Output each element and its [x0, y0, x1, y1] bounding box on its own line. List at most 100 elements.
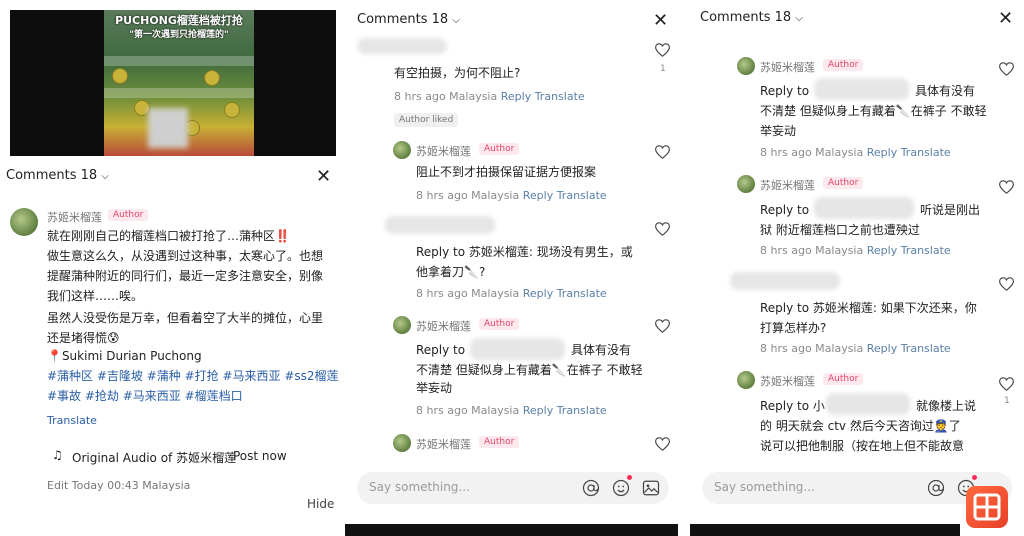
comment-text: 他拿着刀🔪?	[416, 265, 486, 279]
comment-meta: 8 hrs ago Malaysia Reply Translate	[760, 342, 951, 355]
comments-count: Comments 18	[357, 12, 449, 27]
heart-icon[interactable]	[655, 318, 670, 333]
comment-text: 就像楼上说	[916, 399, 977, 413]
at-mention-icon[interactable]	[927, 479, 945, 497]
emoji-icon[interactable]	[612, 479, 630, 497]
post-panel: PUCHONG榴莲档被打抢 "第一次遇到只抢榴莲的" Comments 18 ⌵…	[0, 0, 340, 536]
author-name[interactable]: 苏姬米榴莲	[760, 59, 815, 75]
chevron-down-icon: ⌵	[101, 171, 109, 182]
blurred-username	[814, 78, 909, 100]
close-icon[interactable]: ✕	[653, 12, 668, 30]
reply-link[interactable]: Reply	[523, 404, 553, 417]
at-mention-icon[interactable]	[582, 479, 600, 497]
heart-icon[interactable]	[999, 179, 1014, 194]
reply-to-label: Reply to	[416, 343, 466, 357]
comments-header[interactable]: Comments 18 ⌵	[6, 168, 109, 183]
heart-icon[interactable]	[999, 61, 1014, 76]
reply-link[interactable]: Reply	[501, 90, 531, 103]
timestamp: 8 hrs ago Malaysia	[760, 146, 864, 159]
reply-link[interactable]: Reply	[867, 342, 897, 355]
comments-header[interactable]: Comments 18 ⌵	[700, 10, 803, 25]
post-line: 提醒蒲种附近的同行们，最近一定多注意安全，别像	[47, 269, 324, 283]
author-name[interactable]: 苏姬米榴莲	[760, 373, 815, 389]
avatar[interactable]	[10, 208, 38, 236]
post-line: 做生意这么久，从没遇到过这种事，太寒心了。也想	[47, 249, 324, 263]
avatar[interactable]	[737, 175, 755, 193]
comment-input[interactable]: Say something...	[357, 472, 669, 504]
heart-icon[interactable]	[999, 276, 1014, 291]
avatar[interactable]	[393, 141, 411, 159]
reply-link[interactable]: Reply	[523, 287, 553, 300]
author-badge: Author	[479, 436, 520, 448]
post-line: 我们这样……唉。	[47, 289, 144, 303]
avatar[interactable]	[737, 371, 755, 389]
translate-link[interactable]: Translate	[901, 146, 951, 159]
translate-link[interactable]: Translate	[47, 411, 97, 430]
heart-icon[interactable]	[999, 376, 1014, 391]
heart-icon[interactable]	[655, 42, 670, 57]
app-logo-icon	[966, 486, 1008, 528]
audio-link[interactable]: Original Audio of 苏姬米榴莲	[72, 449, 236, 466]
blurred-person	[148, 108, 188, 148]
author-name[interactable]: 苏姬米榴莲	[760, 177, 815, 193]
timestamp: 8 hrs ago Malaysia	[760, 342, 864, 355]
video-player[interactable]: PUCHONG榴莲档被打抢 "第一次遇到只抢榴莲的"	[10, 10, 336, 156]
notification-dot	[972, 475, 977, 480]
comment-text: 具体有没有	[915, 84, 976, 98]
durian-image	[112, 68, 128, 84]
input-placeholder: Say something...	[714, 480, 815, 494]
post-line: 虽然人没受伤是万幸，但看着空了大半的摊位，心里	[47, 311, 324, 325]
author-name[interactable]: 苏姬米榴莲	[416, 143, 471, 159]
author-name[interactable]: 苏姬米榴莲	[416, 436, 471, 452]
author-badge: Author	[479, 318, 520, 330]
blurred-username	[814, 197, 914, 219]
shelf	[104, 56, 254, 66]
bottom-bar	[690, 524, 960, 536]
avatar[interactable]	[737, 57, 755, 75]
comment-text: 阻止不到才拍摄保留证据方便报案	[416, 165, 597, 179]
reply-link[interactable]: Reply	[867, 244, 897, 257]
translate-link[interactable]: Translate	[557, 404, 607, 417]
comment-text: 狱 附近榴莲档口之前也遭殃过	[760, 223, 920, 237]
author-name[interactable]: 苏姬米榴莲	[416, 318, 471, 334]
hashtags[interactable]: #蒲种区 #吉隆坡 #蒲种 #打抢 #马来西亚 #ss2榴莲	[47, 367, 339, 386]
hide-button[interactable]: Hide	[307, 497, 334, 511]
comment-text: Reply to 苏姬米榴莲: 现场没有男生，或	[416, 245, 633, 259]
like-count: 1	[1004, 396, 1010, 406]
reply-to-label: Reply to 小	[760, 399, 825, 413]
comments-panel: Comments 18 ⌵ ✕ 苏姬米榴莲 Author Reply to 具体…	[690, 0, 1024, 536]
hashtags[interactable]: #事故 #抢劫 #马来西亚 #榴莲档口	[47, 387, 243, 406]
heart-icon[interactable]	[655, 221, 670, 236]
edit-timestamp: Edit Today 00:43 Malaysia	[47, 479, 191, 492]
timestamp: 8 hrs ago Malaysia	[394, 90, 498, 103]
timestamp: 8 hrs ago Malaysia	[760, 244, 864, 257]
heart-icon[interactable]	[655, 144, 670, 159]
avatar[interactable]	[393, 316, 411, 334]
post-now-button[interactable]: Post now	[233, 449, 287, 463]
reply-link[interactable]: Reply	[523, 189, 553, 202]
comment-text: 的 明天就会 ctv 然后今天咨询过👮了	[760, 419, 961, 433]
translate-link[interactable]: Translate	[901, 342, 951, 355]
timestamp: 8 hrs ago Malaysia	[416, 287, 520, 300]
comments-header[interactable]: Comments 18 ⌵	[357, 12, 460, 27]
close-icon[interactable]: ✕	[316, 168, 331, 186]
chevron-down-icon: ⌵	[795, 13, 803, 24]
image-icon[interactable]	[642, 479, 660, 497]
bottom-bar	[345, 524, 678, 536]
translate-link[interactable]: Translate	[535, 90, 585, 103]
author-name[interactable]: 苏姬米榴莲	[47, 209, 102, 225]
comments-count: Comments 18	[6, 168, 98, 183]
translate-link[interactable]: Translate	[557, 287, 607, 300]
location-tag[interactable]: 📍Sukimi Durian Puchong	[47, 347, 202, 366]
post-line: 就在刚刚自己的榴莲档口被打抢了…蒲种区‼️	[47, 229, 290, 243]
reply-link[interactable]: Reply	[867, 146, 897, 159]
heart-icon[interactable]	[655, 436, 670, 451]
comment-text: 不清楚 但疑似身上有藏着🔪在裤子 不敢轻	[416, 363, 643, 377]
author-badge: Author	[108, 209, 149, 221]
avatar[interactable]	[393, 434, 411, 452]
translate-link[interactable]: Translate	[901, 244, 951, 257]
close-icon[interactable]: ✕	[998, 10, 1013, 28]
translate-link[interactable]: Translate	[557, 189, 607, 202]
shelf	[104, 88, 254, 98]
comment-text: 有空拍摄，为何不阻止?	[394, 66, 521, 80]
